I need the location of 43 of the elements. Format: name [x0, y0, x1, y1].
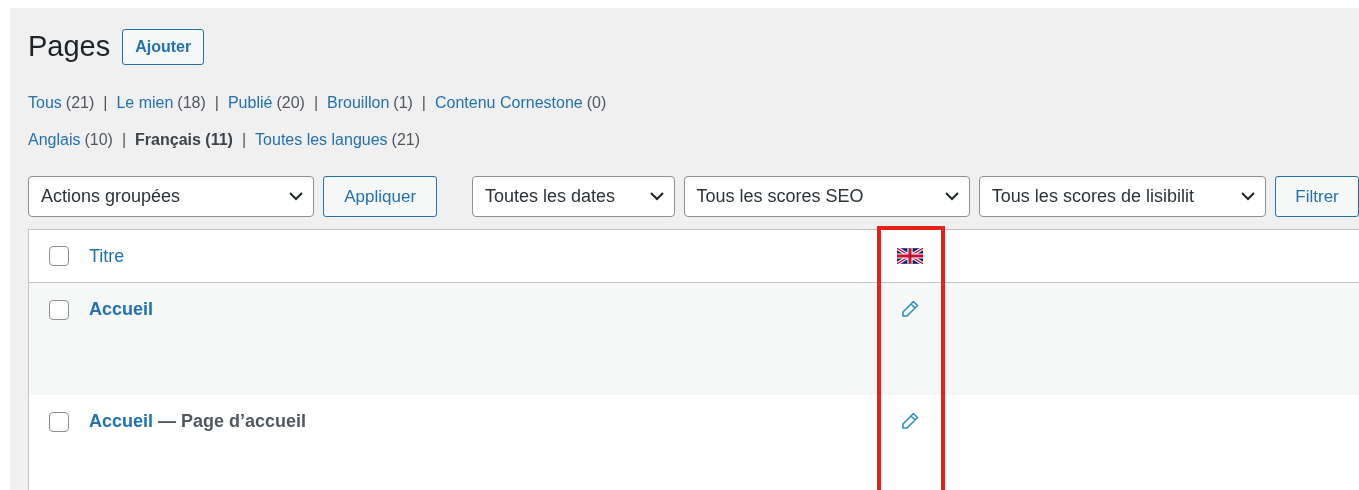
row-checkbox[interactable]: [49, 412, 69, 432]
view-link[interactable]: Toutes les langues: [255, 131, 388, 149]
chevron-down-icon: [649, 192, 664, 201]
view-count: (21): [65, 94, 95, 112]
view-link[interactable]: Publié: [227, 94, 273, 112]
current-view: Français (11): [135, 131, 233, 149]
page-state: — Page d’accueil: [158, 411, 307, 431]
page-title: Pages: [28, 30, 111, 63]
edit-icon[interactable]: [900, 411, 920, 431]
dropdown[interactable]: Actions groupées: [28, 176, 315, 217]
view-count: (20): [276, 94, 305, 112]
chevron-down-icon: [1241, 192, 1256, 201]
add-button[interactable]: Ajouter: [122, 28, 205, 65]
separator: |: [214, 94, 219, 112]
row-checkbox[interactable]: [49, 300, 69, 320]
view-link[interactable]: Brouillon: [327, 94, 390, 112]
view-count: (0): [586, 94, 607, 112]
separator: |: [241, 131, 247, 149]
chevron-down-icon: [944, 192, 959, 201]
dropdown[interactable]: Tous les scores SEO: [683, 176, 970, 217]
separator: |: [121, 131, 127, 149]
page-title-link[interactable]: Accueil: [89, 411, 154, 431]
view-count: (1): [393, 94, 413, 112]
view-count: (21): [391, 131, 421, 149]
select-all-checkbox[interactable]: [49, 246, 69, 266]
separator: |: [421, 94, 426, 112]
separator: |: [313, 94, 319, 112]
edit-icon[interactable]: [900, 299, 920, 319]
chevron-down-icon: [289, 192, 304, 201]
view-link[interactable]: Contenu Cornestone: [435, 94, 583, 112]
view-count: (10): [84, 131, 113, 149]
view-link[interactable]: Tous: [28, 94, 62, 112]
page-title-link[interactable]: Accueil: [89, 299, 154, 319]
filter-button[interactable]: Appliquer: [323, 176, 438, 217]
view-link[interactable]: Anglais: [28, 131, 81, 149]
view-link[interactable]: Le mien: [116, 94, 174, 112]
filter-button[interactable]: Filtrer: [1275, 176, 1359, 217]
flag-icon: [897, 248, 923, 264]
separator: |: [103, 94, 108, 112]
column-header[interactable]: Titre: [89, 245, 125, 266]
view-count: (18): [177, 94, 206, 112]
dropdown[interactable]: Toutes les dates: [472, 176, 675, 217]
dropdown[interactable]: Tous les scores de lisibilit: [978, 176, 1267, 217]
